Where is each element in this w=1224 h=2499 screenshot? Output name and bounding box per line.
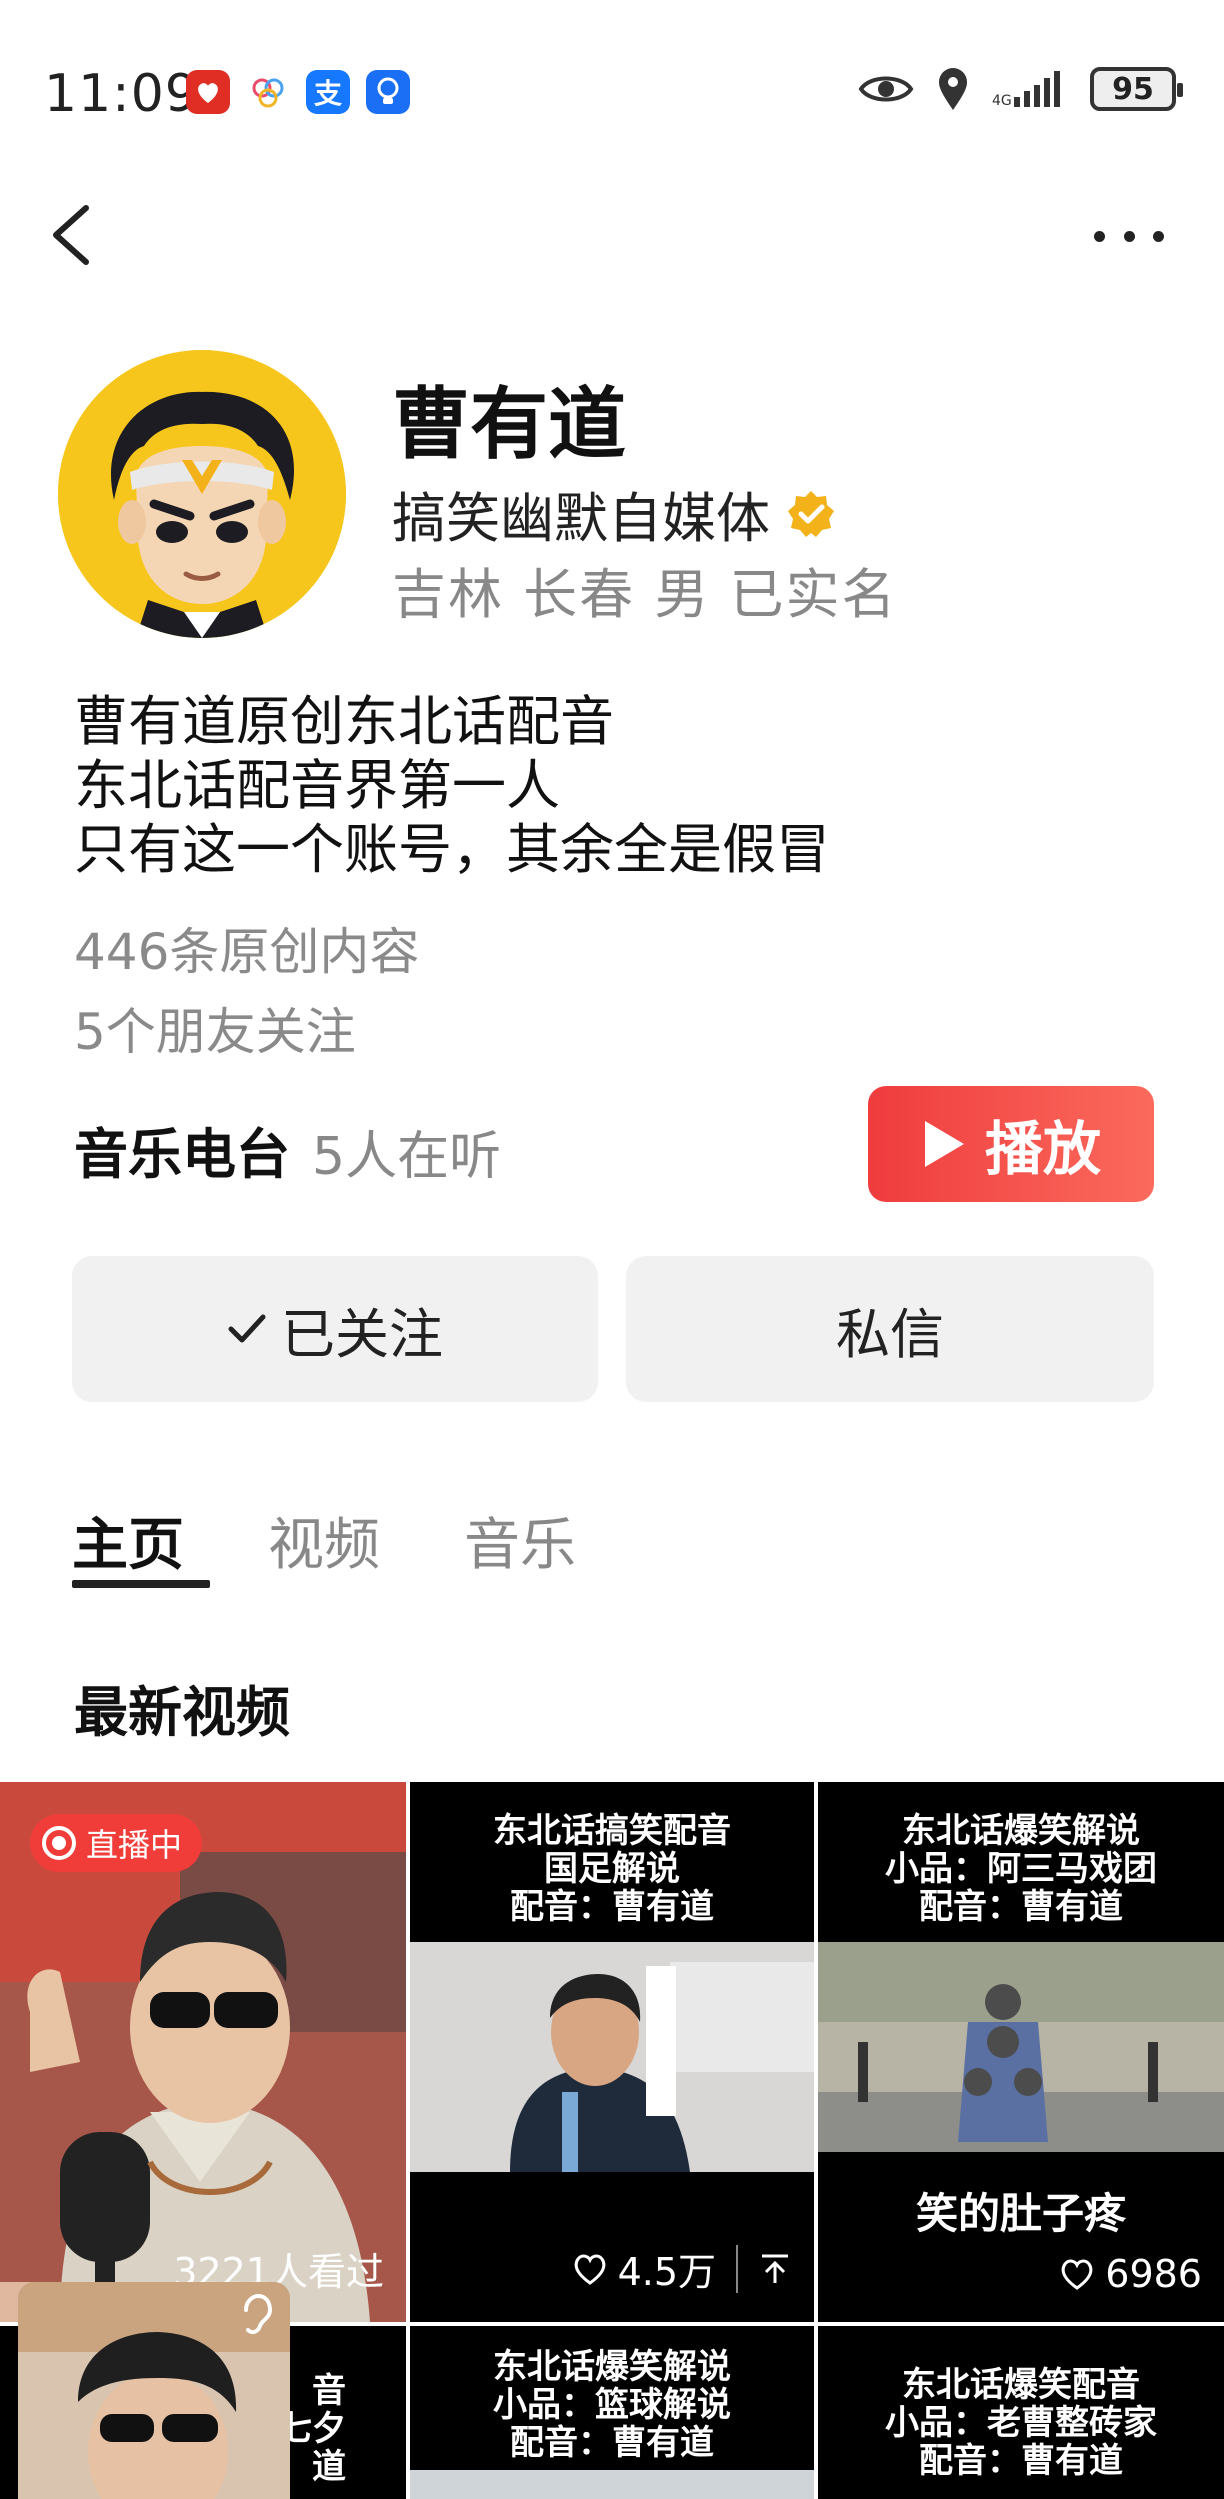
video-title-line: 东北话爆笑配音: [902, 2365, 1140, 2405]
profile-tag-row: 搞笑幽默自媒体: [392, 474, 836, 553]
checkmark-icon: [228, 1314, 266, 1343]
live-badge: 直播中: [30, 1814, 203, 1872]
friends-following[interactable]: 5个朋友关注: [74, 992, 356, 1064]
bio-line: 东北话配音界第一人: [74, 754, 560, 817]
profile-name: 曹有道: [392, 380, 627, 470]
followed-button[interactable]: 已关注: [72, 1256, 598, 1402]
svg-text:4G: 4G: [992, 93, 1012, 109]
status-bar: 11:09 支 4G 95: [0, 0, 1224, 190]
video-title-line: 东北话爆笑解说: [902, 1811, 1140, 1851]
eye-icon: [858, 76, 914, 102]
video-tile[interactable]: 东北话搞笑配音 国足解说 配音：曹有道 4.5万: [410, 1782, 814, 2322]
location-icon: [939, 68, 967, 110]
notification-icons: 支: [186, 70, 410, 114]
video-title-line: 小品：老曹整砖家: [885, 2403, 1157, 2443]
status-right: 4G 95: [858, 66, 1183, 112]
video-thumbnail: [410, 1942, 814, 2172]
tab-indicator: [72, 1580, 210, 1588]
profile-bio: 曹有道原创东北话配音 东北话配音界第一人 只有这一个账号，其余全是假冒: [74, 690, 830, 882]
profile-tabs: 主页 视频 音乐: [72, 1500, 576, 1581]
floating-live-window[interactable]: [18, 2282, 290, 2499]
play-label: 播放: [984, 1115, 1101, 1183]
video-thumbnail: [818, 1942, 1224, 2152]
pin-top-icon: [762, 2254, 788, 2283]
bio-line: 曹有道原创东北话配音: [74, 690, 614, 753]
back-button[interactable]: [44, 200, 104, 270]
video-title-line: 国足解说: [544, 1849, 680, 1889]
profile-location: 吉林 长春 男 已实名: [392, 563, 898, 626]
bulb-app-icon: [366, 70, 410, 114]
like-count: 4.5万: [617, 2250, 716, 2294]
music-radio-label: 音乐电台: [74, 1123, 290, 1186]
video-caption: 笑的肚子疼: [915, 2189, 1126, 2238]
bio-line: 只有这一个账号，其余全是假冒: [74, 818, 830, 881]
live-icon: [42, 1826, 76, 1860]
video-title-line: 配音：曹有道: [510, 1887, 714, 1927]
message-button[interactable]: 私信: [626, 1256, 1154, 1402]
more-options-button[interactable]: [1094, 222, 1164, 250]
radio-listeners: 5人在听: [312, 1127, 502, 1187]
tab-home[interactable]: 主页: [72, 1500, 184, 1581]
battery-indicator: 95: [1090, 67, 1183, 111]
message-label: 私信: [836, 1302, 944, 1366]
divider: [736, 2244, 738, 2293]
video-tile[interactable]: 东北话爆笑配音 小品：老曹整砖家 配音：曹有道: [818, 2326, 1224, 2499]
more-dot: [1094, 230, 1105, 242]
video-title-line: 东北话搞笑配音: [493, 1811, 731, 1851]
video-title-line: 小品：篮球解说: [493, 2385, 731, 2425]
photos-icon: [246, 70, 290, 114]
more-dot: [1153, 230, 1164, 242]
heart-icon: [574, 2254, 605, 2285]
play-icon: [924, 1121, 964, 1167]
video-title-line: 配音：曹有道: [919, 2441, 1123, 2481]
heart-icon: [1062, 2259, 1093, 2290]
signal-icon: 4G: [992, 71, 1060, 109]
original-content-count[interactable]: 446条原创内容: [74, 912, 419, 984]
video-title-line: 小品：阿三马戏团: [885, 1849, 1157, 1889]
avatar[interactable]: [58, 350, 346, 638]
like-count: 6986: [1105, 2252, 1202, 2296]
like-stats: 6986: [1059, 2252, 1202, 2296]
status-time: 11:09: [44, 64, 199, 124]
like-stats: 4.5万: [572, 2241, 792, 2296]
video-tile-live[interactable]: 直播中 3221人看过: [0, 1782, 406, 2322]
followed-label: 已关注: [281, 1302, 443, 1366]
verified-badge-icon: [788, 490, 834, 537]
video-title-line: 东北话爆笑解说: [493, 2347, 731, 2387]
live-label: 直播中: [86, 1826, 183, 1864]
pinduoduo-icon: [186, 70, 230, 114]
video-title-line: 配音：曹有道: [919, 1887, 1123, 1927]
profile-tag: 搞笑幽默自媒体: [392, 487, 770, 550]
tab-music[interactable]: 音乐: [464, 1500, 576, 1581]
video-title-line: 配音：曹有道: [510, 2423, 714, 2463]
section-title-latest-videos: 最新视频: [74, 1681, 290, 1744]
hearing-icon: [244, 2293, 273, 2335]
tab-videos[interactable]: 视频: [268, 1500, 380, 1581]
video-thumbnail: [410, 2470, 814, 2499]
play-button[interactable]: 播放: [868, 1086, 1154, 1202]
video-tile[interactable]: 东北话爆笑解说 小品：阿三马戏团 配音：曹有道 笑的肚子疼 6986: [818, 1782, 1224, 2322]
alipay-icon: 支: [306, 70, 350, 114]
more-dot: [1123, 230, 1135, 242]
video-tile[interactable]: 东北话爆笑解说 小品：篮球解说 配音：曹有道: [410, 2326, 814, 2499]
chevron-left-icon: [53, 205, 89, 265]
